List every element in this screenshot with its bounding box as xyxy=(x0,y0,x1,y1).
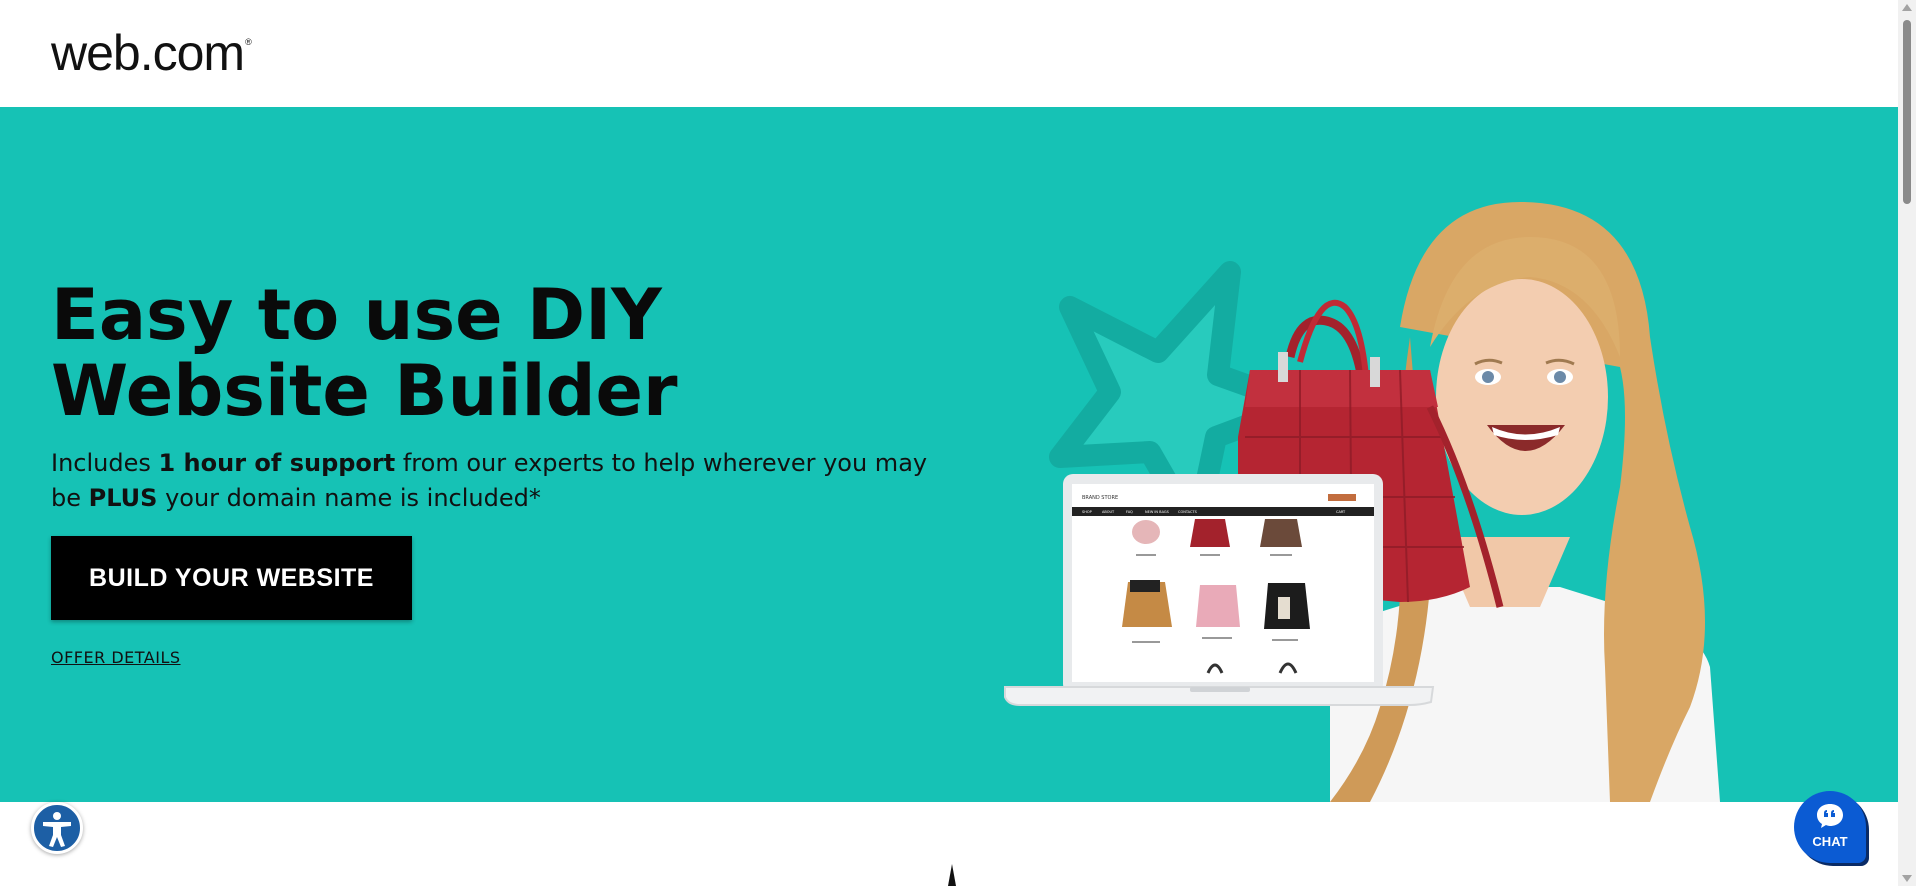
svg-text:ABOUT: ABOUT xyxy=(1102,510,1115,514)
hero-banner: BRAND STORE SHOP ABOUT FAQ NEW IN BAGS C… xyxy=(0,107,1898,802)
scrollbar-thumb[interactable] xyxy=(1903,20,1911,204)
subtext-part-3: your domain name is included* xyxy=(157,484,541,512)
headline-line-1: Easy to use DIY xyxy=(51,274,662,356)
hero-subtext: Includes 1 hour of support from our expe… xyxy=(51,446,931,516)
offer-details-link[interactable]: OFFER DETAILS xyxy=(51,648,181,667)
laptop-mockup: BRAND STORE SHOP ABOUT FAQ NEW IN BAGS C… xyxy=(1004,474,1435,706)
scroll-down-arrow-icon[interactable] xyxy=(1902,875,1912,882)
logo-text: web.com xyxy=(51,25,245,81)
web-com-logo[interactable]: web.com® xyxy=(51,25,252,81)
headline-line-2: Website Builder xyxy=(51,350,678,432)
subtext-support-highlight: 1 hour of support xyxy=(158,449,396,477)
chat-button[interactable]: CHAT xyxy=(1794,791,1866,863)
svg-text:NEW IN BAGS: NEW IN BAGS xyxy=(1145,510,1170,514)
scroll-up-arrow-icon[interactable] xyxy=(1902,4,1912,11)
logo-registered-mark: ® xyxy=(245,37,252,47)
site-header: web.com® xyxy=(0,0,1898,107)
hero-headline: Easy to use DIY Website Builder xyxy=(51,277,771,429)
accessibility-icon xyxy=(43,812,71,847)
subtext-part-1: Includes xyxy=(51,449,159,477)
svg-text:BRAND STORE: BRAND STORE xyxy=(1082,495,1118,501)
vertical-scrollbar[interactable] xyxy=(1898,0,1916,886)
partial-logo-mark xyxy=(948,864,956,886)
build-your-website-button[interactable]: BUILD YOUR WEBSITE xyxy=(51,536,412,620)
chat-label: CHAT xyxy=(1812,834,1848,849)
svg-text:SHOP: SHOP xyxy=(1082,510,1092,514)
accessibility-button[interactable] xyxy=(31,802,83,854)
svg-text:CART: CART xyxy=(1336,510,1346,514)
svg-text:CONTACTS: CONTACTS xyxy=(1178,510,1198,514)
chat-bubble-icon xyxy=(1817,804,1843,828)
svg-text:FAQ: FAQ xyxy=(1126,510,1133,514)
subtext-plus-highlight: PLUS xyxy=(88,484,158,512)
